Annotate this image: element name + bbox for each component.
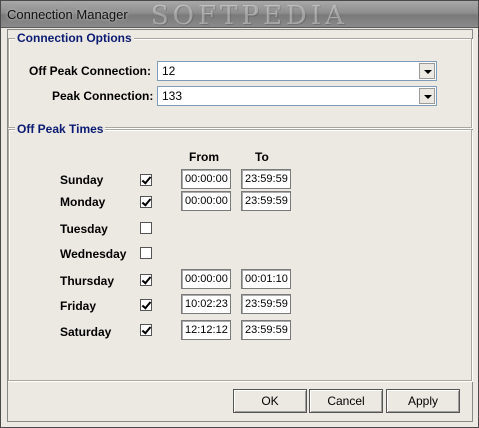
- title-bar[interactable]: Connection Manager SOFTPEDIA: [1, 1, 478, 31]
- from-time-monday[interactable]: 00:00:00: [181, 191, 231, 211]
- from-time-friday[interactable]: 10:02:23: [181, 294, 231, 314]
- day-label-tuesday: Tuesday: [60, 222, 108, 236]
- checkbox-monday[interactable]: [140, 196, 152, 208]
- off-peak-times-group: Off Peak Times From To Sunday 00:00:00 2…: [8, 122, 472, 381]
- dialog-client-area: Connection Options Off Peak Connection: …: [7, 29, 473, 422]
- to-time-sunday[interactable]: 23:59:59: [241, 169, 291, 189]
- checkbox-friday[interactable]: [140, 299, 152, 311]
- connection-options-group: Connection Options Off Peak Connection: …: [8, 31, 472, 128]
- peak-connection-value: 133: [162, 89, 183, 103]
- off-peak-connection-value: 12: [162, 64, 176, 78]
- day-label-saturday: Saturday: [60, 325, 112, 339]
- from-time-thursday[interactable]: 00:00:00: [181, 269, 231, 289]
- to-column-header: To: [255, 150, 269, 164]
- from-time-sunday[interactable]: 00:00:00: [181, 169, 231, 189]
- from-time-saturday[interactable]: 12:12:12: [181, 320, 231, 340]
- day-label-wednesday: Wednesday: [60, 247, 127, 261]
- connection-manager-window: Connection Manager SOFTPEDIA Connection …: [0, 0, 479, 428]
- off-peak-times-label: Off Peak Times: [15, 122, 106, 136]
- checkbox-sunday[interactable]: [140, 174, 152, 186]
- from-column-header: From: [189, 150, 219, 164]
- connection-options-label: Connection Options: [15, 31, 134, 45]
- to-time-monday[interactable]: 23:59:59: [241, 191, 291, 211]
- day-label-friday: Friday: [60, 299, 97, 313]
- chevron-down-icon[interactable]: [419, 88, 435, 104]
- checkbox-thursday[interactable]: [140, 274, 152, 286]
- cancel-button[interactable]: Cancel: [309, 389, 383, 413]
- to-time-thursday[interactable]: 00:01:10: [241, 269, 291, 289]
- ok-button[interactable]: OK: [233, 389, 307, 413]
- footer-divider: [8, 381, 472, 382]
- peak-connection-select[interactable]: 133: [157, 86, 437, 106]
- checkbox-tuesday[interactable]: [140, 222, 152, 234]
- off-peak-connection-select[interactable]: 12: [157, 61, 437, 81]
- day-label-sunday: Sunday: [60, 173, 104, 187]
- chevron-down-icon[interactable]: [419, 63, 435, 79]
- window-title: Connection Manager: [7, 7, 128, 22]
- to-time-saturday[interactable]: 23:59:59: [241, 320, 291, 340]
- day-label-thursday: Thursday: [60, 274, 115, 288]
- peak-connection-label: Peak Connection:: [52, 89, 154, 103]
- checkbox-wednesday[interactable]: [140, 247, 152, 259]
- apply-button[interactable]: Apply: [386, 389, 460, 413]
- off-peak-connection-label: Off Peak Connection:: [29, 64, 152, 78]
- watermark-logo: SOFTPEDIA: [151, 1, 348, 31]
- to-time-friday[interactable]: 23:59:59: [241, 294, 291, 314]
- day-label-monday: Monday: [60, 195, 106, 209]
- checkbox-saturday[interactable]: [140, 324, 152, 336]
